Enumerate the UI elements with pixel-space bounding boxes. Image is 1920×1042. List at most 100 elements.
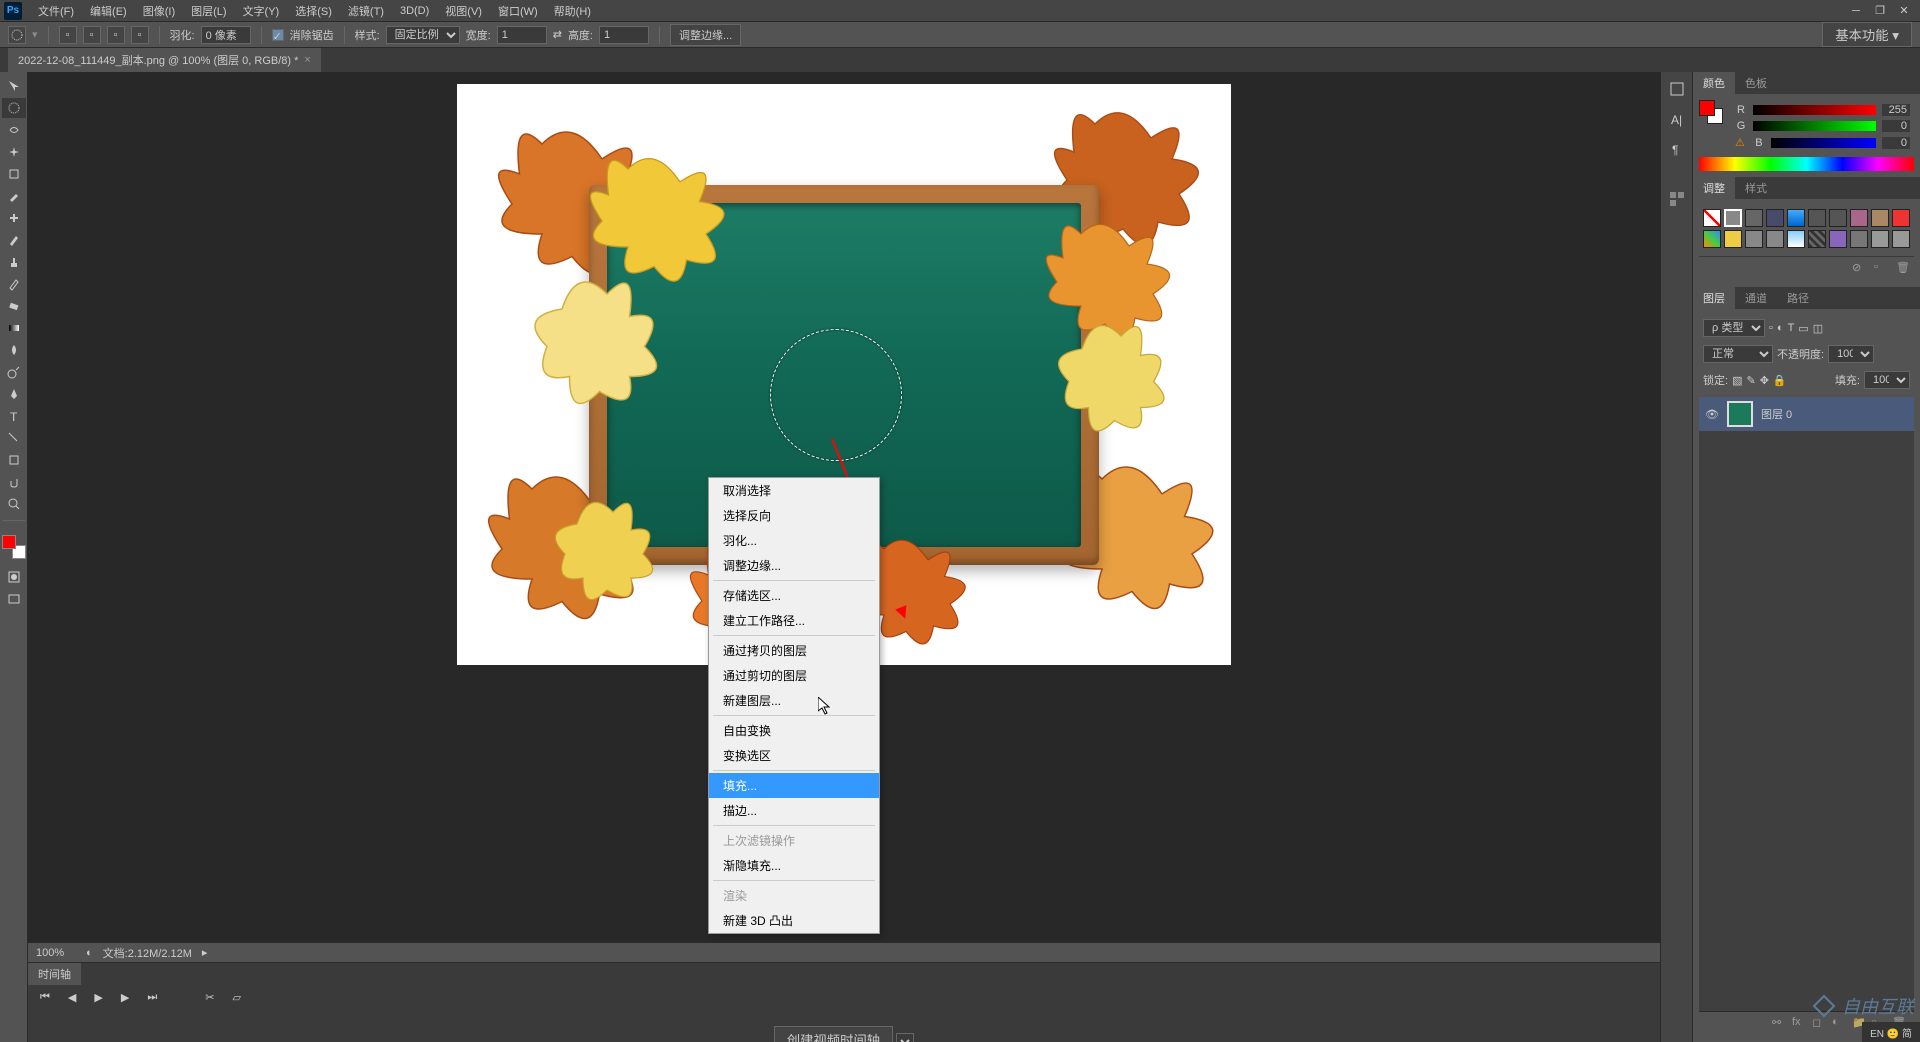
lasso-tool[interactable]: [2, 120, 26, 140]
swatches-tab[interactable]: 色板: [1735, 72, 1777, 94]
healing-tool[interactable]: [2, 208, 26, 228]
minimize-button[interactable]: ─: [1844, 2, 1868, 20]
intersect-selection-icon[interactable]: ▫: [131, 26, 149, 44]
link-icon[interactable]: ⚯: [1772, 1016, 1788, 1032]
style-swatch[interactable]: [1850, 209, 1868, 227]
style-dropdown[interactable]: 固定比例: [386, 26, 460, 44]
ctx-transform-selection[interactable]: 变换选区: [709, 743, 879, 768]
close-button[interactable]: ✕: [1892, 2, 1916, 20]
swatches-icon[interactable]: [1666, 188, 1688, 210]
new-selection-icon[interactable]: ▫: [59, 26, 77, 44]
filter-smart-icon[interactable]: ◫: [1813, 322, 1823, 335]
timeline-tab[interactable]: 时间轴: [28, 963, 81, 985]
marquee-tool[interactable]: [2, 98, 26, 118]
g-slider[interactable]: [1753, 121, 1876, 131]
ctx-stroke[interactable]: 描边...: [709, 798, 879, 823]
filter-adj-icon[interactable]: ◐: [1777, 322, 1784, 334]
style-new-icon[interactable]: ▫: [1874, 261, 1890, 277]
menu-window[interactable]: 窗口(W): [490, 0, 546, 22]
timeline-last-icon[interactable]: ⏭: [147, 991, 157, 1004]
g-value[interactable]: 0: [1882, 120, 1910, 132]
timeline-play-icon[interactable]: ▶: [94, 991, 102, 1004]
filter-shape-icon[interactable]: ▭: [1798, 322, 1808, 335]
menu-help[interactable]: 帮助(H): [546, 0, 599, 22]
color-swatches[interactable]: [2, 535, 26, 559]
ctx-deselect[interactable]: 取消选择: [709, 478, 879, 503]
style-swatch[interactable]: [1892, 209, 1910, 227]
timeline-prev-icon[interactable]: ◀: [68, 991, 76, 1004]
feather-input[interactable]: [201, 26, 251, 44]
menu-3d[interactable]: 3D(D): [392, 2, 437, 20]
style-swatch[interactable]: [1787, 230, 1805, 248]
style-swatch[interactable]: [1850, 230, 1868, 248]
menu-layer[interactable]: 图层(L): [183, 0, 234, 22]
width-input[interactable]: [497, 26, 547, 44]
r-slider[interactable]: [1753, 105, 1876, 115]
quickmask-tool[interactable]: [2, 567, 26, 587]
pen-tool[interactable]: [2, 384, 26, 404]
ctx-free-transform[interactable]: 自由变换: [709, 718, 879, 743]
style-swatch[interactable]: [1871, 209, 1889, 227]
layer-filter-dropdown[interactable]: ρ 类型: [1703, 319, 1765, 337]
ctx-save-selection[interactable]: 存储选区...: [709, 583, 879, 608]
r-value[interactable]: 255: [1882, 104, 1910, 116]
zoom-value[interactable]: 100%: [36, 947, 76, 959]
crop-tool[interactable]: [2, 164, 26, 184]
layer-name[interactable]: 图层 0: [1761, 406, 1908, 422]
style-swatch[interactable]: [1829, 209, 1847, 227]
ctx-inverse[interactable]: 选择反向: [709, 503, 879, 528]
para-icon[interactable]: ¶: [1666, 138, 1688, 160]
brush-tool[interactable]: [2, 230, 26, 250]
dodge-tool[interactable]: [2, 362, 26, 382]
close-tab-icon[interactable]: ×: [304, 54, 310, 66]
style-swatch[interactable]: [1787, 209, 1805, 227]
history-icon[interactable]: [1666, 78, 1688, 100]
ctx-refine-edge[interactable]: 调整边缘...: [709, 553, 879, 578]
magic-wand-tool[interactable]: [2, 142, 26, 162]
menu-view[interactable]: 视图(V): [437, 0, 490, 22]
style-swatch[interactable]: [1829, 230, 1847, 248]
style-clear-icon[interactable]: ⊘: [1852, 261, 1868, 277]
tool-preset-icon[interactable]: [8, 26, 26, 44]
workspace-button[interactable]: 基本功能 ▾: [1822, 22, 1912, 47]
menu-type[interactable]: 文字(Y): [235, 0, 288, 22]
swap-icon[interactable]: ⇄: [553, 28, 562, 41]
layer-row[interactable]: 👁 图层 0: [1699, 397, 1914, 431]
color-tab[interactable]: 颜色: [1693, 72, 1735, 94]
type-tool[interactable]: T: [2, 406, 26, 426]
style-swatch[interactable]: [1871, 230, 1889, 248]
color-spectrum[interactable]: [1699, 157, 1914, 171]
hand-tool[interactable]: [2, 472, 26, 492]
adjust-edges-button[interactable]: 调整边缘...: [670, 24, 741, 46]
ctx-feather[interactable]: 羽化...: [709, 528, 879, 553]
fg-color-swatch[interactable]: [2, 535, 16, 549]
ctx-fill[interactable]: 填充...: [709, 773, 879, 798]
ctx-fade-fill[interactable]: 渐隐填充...: [709, 853, 879, 878]
document-tab[interactable]: 2022-12-08_111449_副本.png @ 100% (图层 0, R…: [8, 48, 321, 72]
lock-all-icon[interactable]: 🔒: [1773, 374, 1787, 387]
timeline-first-icon[interactable]: ⏮: [40, 991, 50, 1004]
color-picker-swatch[interactable]: [1699, 100, 1723, 124]
menu-filter[interactable]: 滤镜(T): [340, 0, 392, 22]
fill-dropdown[interactable]: 100%: [1864, 371, 1910, 389]
menu-select[interactable]: 选择(S): [287, 0, 340, 22]
ctx-make-path[interactable]: 建立工作路径...: [709, 608, 879, 633]
style-swatch[interactable]: [1703, 209, 1721, 227]
timeline-next-icon[interactable]: ▶: [121, 991, 129, 1004]
screen-mode-tool[interactable]: [2, 589, 26, 609]
style-swatch[interactable]: [1766, 230, 1784, 248]
lock-position-icon[interactable]: ✥: [1760, 374, 1769, 387]
gradient-tool[interactable]: [2, 318, 26, 338]
blur-tool[interactable]: [2, 340, 26, 360]
paths-tab[interactable]: 路径: [1777, 287, 1819, 309]
style-swatch[interactable]: [1724, 209, 1742, 227]
menu-edit[interactable]: 编辑(E): [82, 0, 135, 22]
status-arrow-icon[interactable]: ▸: [202, 946, 208, 959]
style-swatch[interactable]: [1745, 230, 1763, 248]
style-swatch[interactable]: [1766, 209, 1784, 227]
b-slider[interactable]: [1771, 138, 1876, 148]
filter-image-icon[interactable]: ▫: [1769, 322, 1773, 334]
adjustments-tab[interactable]: 调整: [1693, 177, 1735, 199]
fx-icon[interactable]: fx: [1792, 1016, 1808, 1032]
move-tool[interactable]: [2, 76, 26, 96]
